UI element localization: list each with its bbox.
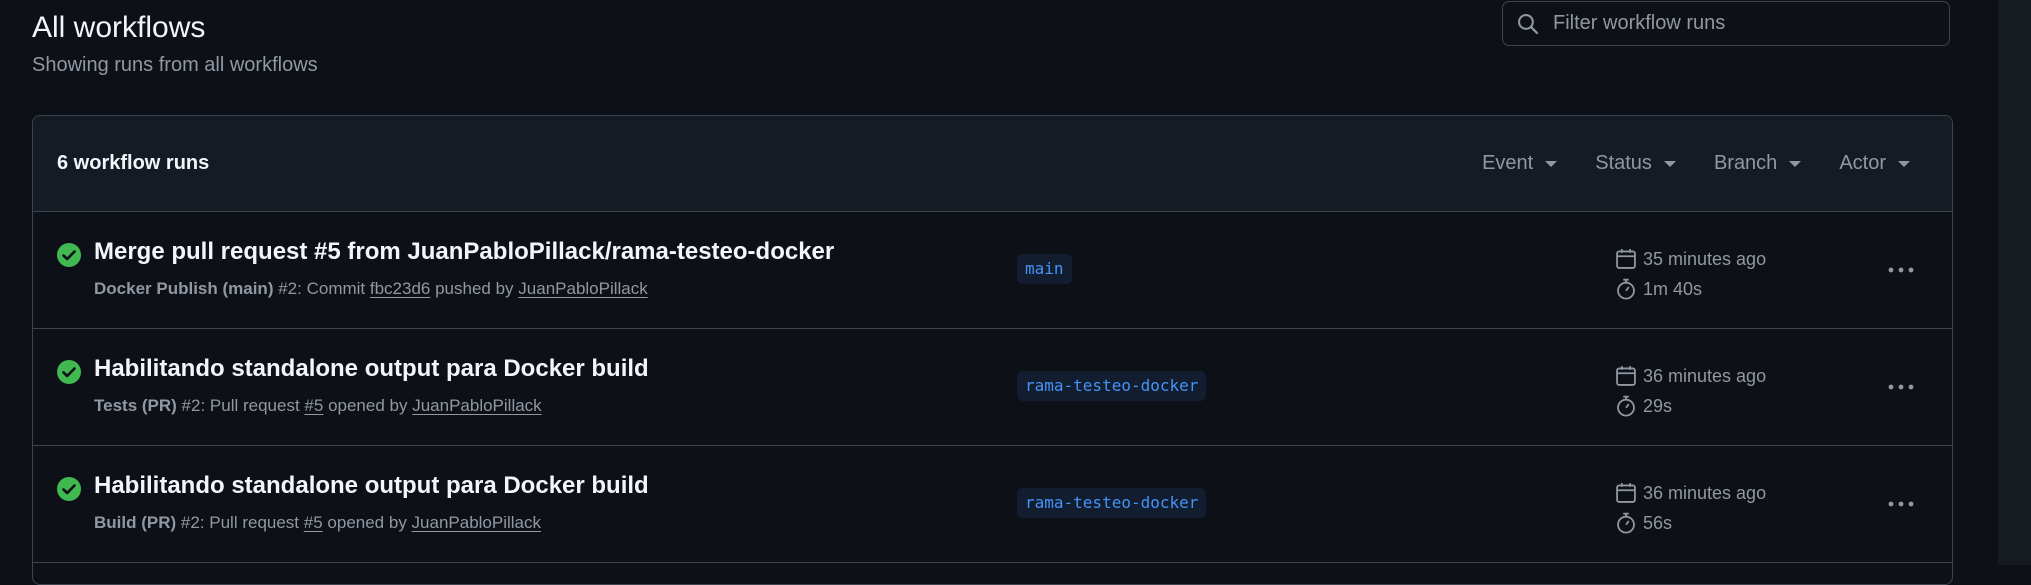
actor-link[interactable]: JuanPabloPillack [518,279,647,298]
search-icon [1518,13,1539,34]
success-check-icon [57,477,81,501]
caret-down-icon [1789,160,1802,167]
event-text: : Pull request [200,396,305,415]
pull-request-link[interactable]: #5 [304,396,323,415]
stopwatch-icon [1617,512,1635,534]
time-ago: 35 minutes ago [1643,248,1767,269]
filter-label: Actor [1839,152,1886,174]
calendar-icon [1616,366,1636,386]
time-ago: 36 minutes ago [1643,482,1767,503]
calendar-icon [1616,483,1636,503]
panel-header: 6 workflow runs Event Status Branch Acto… [33,116,1952,212]
more-options-button[interactable] [1885,488,1917,520]
stopwatch-icon [1617,395,1635,417]
caret-down-icon [1898,160,1910,167]
run-title-link[interactable]: Merge pull request #5 from JuanPabloPill… [94,238,834,266]
action-text: opened by [323,396,413,415]
event-text: : Commit [297,279,370,298]
run-timing: 36 minutes ago 29s [1615,361,1766,421]
caret-down-icon [1545,160,1558,167]
filter-label: Event [1482,152,1534,174]
run-number: #2 [180,513,200,532]
more-options-button[interactable] [1885,371,1917,403]
run-meta: Tests (PR) #2: Pull request #5 opened by… [94,396,542,416]
time-ago: 36 minutes ago [1643,365,1767,386]
event-filter-dropdown[interactable]: Event [1482,152,1558,175]
branch-filter-dropdown[interactable]: Branch [1713,152,1802,175]
stopwatch-icon [1617,278,1635,300]
commit-link[interactable]: fbc23d6 [370,279,431,298]
success-check-icon [57,243,81,267]
branch-label[interactable]: rama-testeo-docker [1017,371,1207,401]
workflow-run-row[interactable]: Habilitando standalone output para Docke… [33,446,1952,563]
run-title-link[interactable]: Habilitando standalone output para Docke… [94,472,649,500]
pull-request-link[interactable]: #5 [304,513,323,532]
run-duration: 29s [1643,395,1673,416]
run-timing: 35 minutes ago 1m 40s [1615,244,1766,304]
branch-label[interactable]: rama-testeo-docker [1017,488,1207,518]
kebab-horizontal-icon [1888,384,1914,390]
filter-label: Branch [1713,152,1778,174]
run-number: #2 [181,396,201,415]
status-filter-dropdown[interactable]: Status [1595,152,1676,175]
workflow-run-row[interactable]: Habilitando standalone output para Docke… [33,329,1952,446]
workflow-run-row[interactable]: Merge pull request #5 from JuanPabloPill… [33,212,1952,329]
caret-down-icon [1663,160,1676,167]
runs-count: 6 workflow runs [57,152,210,174]
kebab-horizontal-icon [1888,267,1914,273]
run-duration: 56s [1643,512,1673,533]
calendar-icon [1616,249,1636,269]
filter-label: Status [1595,152,1652,174]
action-text: opened by [322,513,412,532]
actor-filter-dropdown[interactable]: Actor [1839,152,1910,175]
page-subtitle: Showing runs from all workflows [32,54,318,76]
action-text: pushed by [430,279,519,298]
search-input[interactable] [1551,11,1935,36]
page-header: All workflows Showing runs from all work… [32,8,318,77]
run-meta: Docker Publish (main) #2: Commit fbc23d6… [94,279,648,299]
actor-link[interactable]: JuanPabloPillack [412,396,541,415]
run-meta: Build (PR) #2: Pull request #5 opened by… [94,513,541,533]
search-field[interactable] [1502,1,1950,46]
success-check-icon [57,360,81,384]
kebab-horizontal-icon [1888,501,1914,507]
run-timing: 36 minutes ago 56s [1615,478,1766,538]
run-duration: 1m 40s [1643,278,1703,299]
workflow-name: Build (PR) [94,513,177,532]
workflow-runs-panel: 6 workflow runs Event Status Branch Acto… [32,115,1953,585]
actor-link[interactable]: JuanPabloPillack [412,513,541,532]
more-options-button[interactable] [1885,254,1917,286]
run-title-link[interactable]: Habilitando standalone output para Docke… [94,355,649,383]
run-number: #2 [278,279,298,298]
branch-label[interactable]: main [1017,254,1072,284]
scrollbar[interactable] [1998,0,2031,565]
workflow-name: Tests (PR) [94,396,177,415]
page-title: All workflows [32,11,206,44]
event-text: : Pull request [199,513,304,532]
workflow-name: Docker Publish (main) [94,279,274,298]
